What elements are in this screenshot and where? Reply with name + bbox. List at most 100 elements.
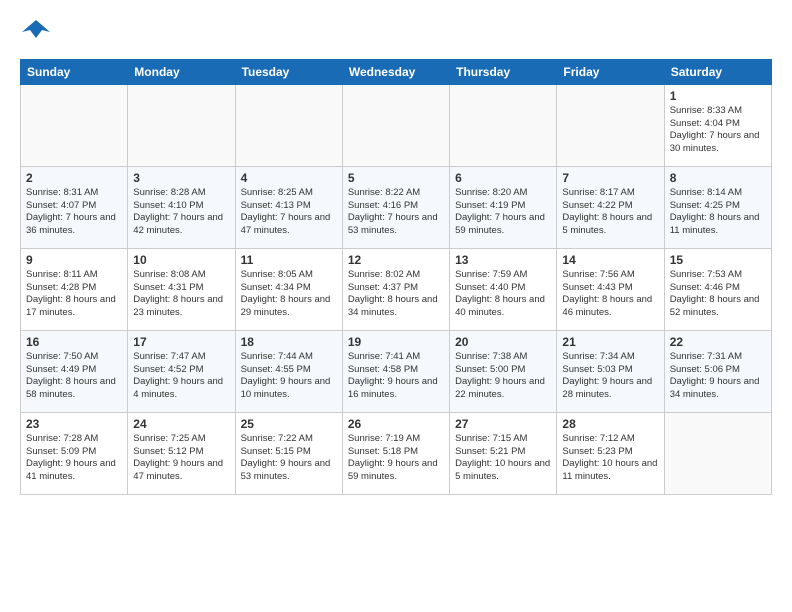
calendar-cell: 6 Sunrise: 8:20 AM Sunset: 4:19 PM Daylig… <box>450 166 557 248</box>
day-number: 14 <box>562 253 658 267</box>
calendar-cell: 2 Sunrise: 8:31 AM Sunset: 4:07 PM Daylig… <box>21 166 128 248</box>
calendar-cell: 13Sunrise: 7:59 AM Sunset: 4:40 PM Dayli… <box>450 248 557 330</box>
day-info: Sunrise: 8:14 AM Sunset: 4:25 PM Dayligh… <box>670 187 766 238</box>
day-number: 1 <box>670 89 766 103</box>
day-info: Sunrise: 7:50 AM Sunset: 4:49 PM Dayligh… <box>26 351 122 402</box>
calendar-week-1: 2 Sunrise: 8:31 AM Sunset: 4:07 PM Daylig… <box>21 166 772 248</box>
calendar-cell <box>235 84 342 166</box>
calendar-cell <box>450 84 557 166</box>
calendar-week-0: 1 Sunrise: 8:33 AM Sunset: 4:04 PM Daylig… <box>21 84 772 166</box>
day-info: Sunrise: 8:17 AM Sunset: 4:22 PM Dayligh… <box>562 187 658 238</box>
calendar-cell <box>128 84 235 166</box>
day-info: Sunrise: 7:41 AM Sunset: 4:58 PM Dayligh… <box>348 351 444 402</box>
day-info: Sunrise: 8:31 AM Sunset: 4:07 PM Dayligh… <box>26 187 122 238</box>
day-number: 18 <box>241 335 337 349</box>
calendar-cell: 24 Sunrise: 7:25 AM Sunset: 5:12 PM Dayli… <box>128 412 235 494</box>
calendar-cell: 25Sunrise: 7:22 AM Sunset: 5:15 PM Dayli… <box>235 412 342 494</box>
calendar-cell: 21 Sunrise: 7:34 AM Sunset: 5:03 PM Dayli… <box>557 330 664 412</box>
calendar-cell: 5 Sunrise: 8:22 AM Sunset: 4:16 PM Daylig… <box>342 166 449 248</box>
calendar-cell: 22 Sunrise: 7:31 AM Sunset: 5:06 PM Dayli… <box>664 330 771 412</box>
day-number: 4 <box>241 171 337 185</box>
day-info: Sunrise: 7:47 AM Sunset: 4:52 PM Dayligh… <box>133 351 229 402</box>
day-info: Sunrise: 8:20 AM Sunset: 4:19 PM Dayligh… <box>455 187 551 238</box>
logo-bird-icon <box>22 16 50 44</box>
calendar-cell: 3 Sunrise: 8:28 AM Sunset: 4:10 PM Daylig… <box>128 166 235 248</box>
day-info: Sunrise: 7:25 AM Sunset: 5:12 PM Dayligh… <box>133 433 229 484</box>
calendar-cell <box>557 84 664 166</box>
day-number: 23 <box>26 417 122 431</box>
calendar-cell: 4 Sunrise: 8:25 AM Sunset: 4:13 PM Daylig… <box>235 166 342 248</box>
calendar-cell: 12Sunrise: 8:02 AM Sunset: 4:37 PM Dayli… <box>342 248 449 330</box>
day-number: 20 <box>455 335 551 349</box>
day-number: 7 <box>562 171 658 185</box>
calendar-cell: 7 Sunrise: 8:17 AM Sunset: 4:22 PM Daylig… <box>557 166 664 248</box>
day-info: Sunrise: 7:56 AM Sunset: 4:43 PM Dayligh… <box>562 269 658 320</box>
day-info: Sunrise: 7:19 AM Sunset: 5:18 PM Dayligh… <box>348 433 444 484</box>
calendar-week-3: 16 Sunrise: 7:50 AM Sunset: 4:49 PM Dayli… <box>21 330 772 412</box>
calendar-cell: 15 Sunrise: 7:53 AM Sunset: 4:46 PM Dayli… <box>664 248 771 330</box>
calendar-header: SundayMondayTuesdayWednesdayThursdayFrid… <box>21 59 772 84</box>
calendar-table: SundayMondayTuesdayWednesdayThursdayFrid… <box>20 59 772 495</box>
page: SundayMondayTuesdayWednesdayThursdayFrid… <box>0 0 792 612</box>
day-number: 27 <box>455 417 551 431</box>
weekday-header-saturday: Saturday <box>664 59 771 84</box>
calendar-cell: 17 Sunrise: 7:47 AM Sunset: 4:52 PM Dayli… <box>128 330 235 412</box>
calendar-body: 1 Sunrise: 8:33 AM Sunset: 4:04 PM Daylig… <box>21 84 772 494</box>
day-info: Sunrise: 8:28 AM Sunset: 4:10 PM Dayligh… <box>133 187 229 238</box>
weekday-header-thursday: Thursday <box>450 59 557 84</box>
calendar-cell: 26 Sunrise: 7:19 AM Sunset: 5:18 PM Dayli… <box>342 412 449 494</box>
day-info: Sunrise: 8:33 AM Sunset: 4:04 PM Dayligh… <box>670 105 766 156</box>
calendar-cell: 10 Sunrise: 8:08 AM Sunset: 4:31 PM Dayli… <box>128 248 235 330</box>
day-info: Sunrise: 8:08 AM Sunset: 4:31 PM Dayligh… <box>133 269 229 320</box>
day-number: 16 <box>26 335 122 349</box>
day-info: Sunrise: 7:38 AM Sunset: 5:00 PM Dayligh… <box>455 351 551 402</box>
day-info: Sunrise: 8:25 AM Sunset: 4:13 PM Dayligh… <box>241 187 337 238</box>
logo <box>20 16 50 49</box>
weekday-header-friday: Friday <box>557 59 664 84</box>
logo-text <box>20 16 50 49</box>
day-info: Sunrise: 8:11 AM Sunset: 4:28 PM Dayligh… <box>26 269 122 320</box>
day-info: Sunrise: 7:31 AM Sunset: 5:06 PM Dayligh… <box>670 351 766 402</box>
day-info: Sunrise: 7:34 AM Sunset: 5:03 PM Dayligh… <box>562 351 658 402</box>
calendar-cell <box>21 84 128 166</box>
calendar-cell: 19 Sunrise: 7:41 AM Sunset: 4:58 PM Dayli… <box>342 330 449 412</box>
day-number: 5 <box>348 171 444 185</box>
calendar-cell: 27 Sunrise: 7:15 AM Sunset: 5:21 PM Dayli… <box>450 412 557 494</box>
calendar-week-4: 23Sunrise: 7:28 AM Sunset: 5:09 PM Dayli… <box>21 412 772 494</box>
day-info: Sunrise: 7:53 AM Sunset: 4:46 PM Dayligh… <box>670 269 766 320</box>
day-number: 24 <box>133 417 229 431</box>
day-number: 11 <box>241 253 337 267</box>
calendar-cell: 20 Sunrise: 7:38 AM Sunset: 5:00 PM Dayli… <box>450 330 557 412</box>
day-number: 17 <box>133 335 229 349</box>
day-number: 22 <box>670 335 766 349</box>
calendar-cell: 8 Sunrise: 8:14 AM Sunset: 4:25 PM Daylig… <box>664 166 771 248</box>
day-number: 10 <box>133 253 229 267</box>
calendar-cell <box>664 412 771 494</box>
day-number: 3 <box>133 171 229 185</box>
calendar-week-2: 9Sunrise: 8:11 AM Sunset: 4:28 PM Daylig… <box>21 248 772 330</box>
weekday-header-wednesday: Wednesday <box>342 59 449 84</box>
calendar-cell: 14 Sunrise: 7:56 AM Sunset: 4:43 PM Dayli… <box>557 248 664 330</box>
day-number: 6 <box>455 171 551 185</box>
day-number: 26 <box>348 417 444 431</box>
day-info: Sunrise: 7:59 AM Sunset: 4:40 PM Dayligh… <box>455 269 551 320</box>
calendar-cell: 11Sunrise: 8:05 AM Sunset: 4:34 PM Dayli… <box>235 248 342 330</box>
weekday-row: SundayMondayTuesdayWednesdayThursdayFrid… <box>21 59 772 84</box>
day-number: 15 <box>670 253 766 267</box>
day-number: 8 <box>670 171 766 185</box>
day-number: 19 <box>348 335 444 349</box>
day-info: Sunrise: 7:12 AM Sunset: 5:23 PM Dayligh… <box>562 433 658 484</box>
calendar-cell <box>342 84 449 166</box>
calendar-cell: 16 Sunrise: 7:50 AM Sunset: 4:49 PM Dayli… <box>21 330 128 412</box>
day-number: 2 <box>26 171 122 185</box>
day-info: Sunrise: 7:15 AM Sunset: 5:21 PM Dayligh… <box>455 433 551 484</box>
day-info: Sunrise: 8:22 AM Sunset: 4:16 PM Dayligh… <box>348 187 444 238</box>
calendar-cell: 23Sunrise: 7:28 AM Sunset: 5:09 PM Dayli… <box>21 412 128 494</box>
day-number: 21 <box>562 335 658 349</box>
calendar-cell: 9Sunrise: 8:11 AM Sunset: 4:28 PM Daylig… <box>21 248 128 330</box>
day-info: Sunrise: 7:44 AM Sunset: 4:55 PM Dayligh… <box>241 351 337 402</box>
weekday-header-sunday: Sunday <box>21 59 128 84</box>
day-info: Sunrise: 8:02 AM Sunset: 4:37 PM Dayligh… <box>348 269 444 320</box>
header <box>20 16 772 49</box>
calendar-cell: 18 Sunrise: 7:44 AM Sunset: 4:55 PM Dayli… <box>235 330 342 412</box>
